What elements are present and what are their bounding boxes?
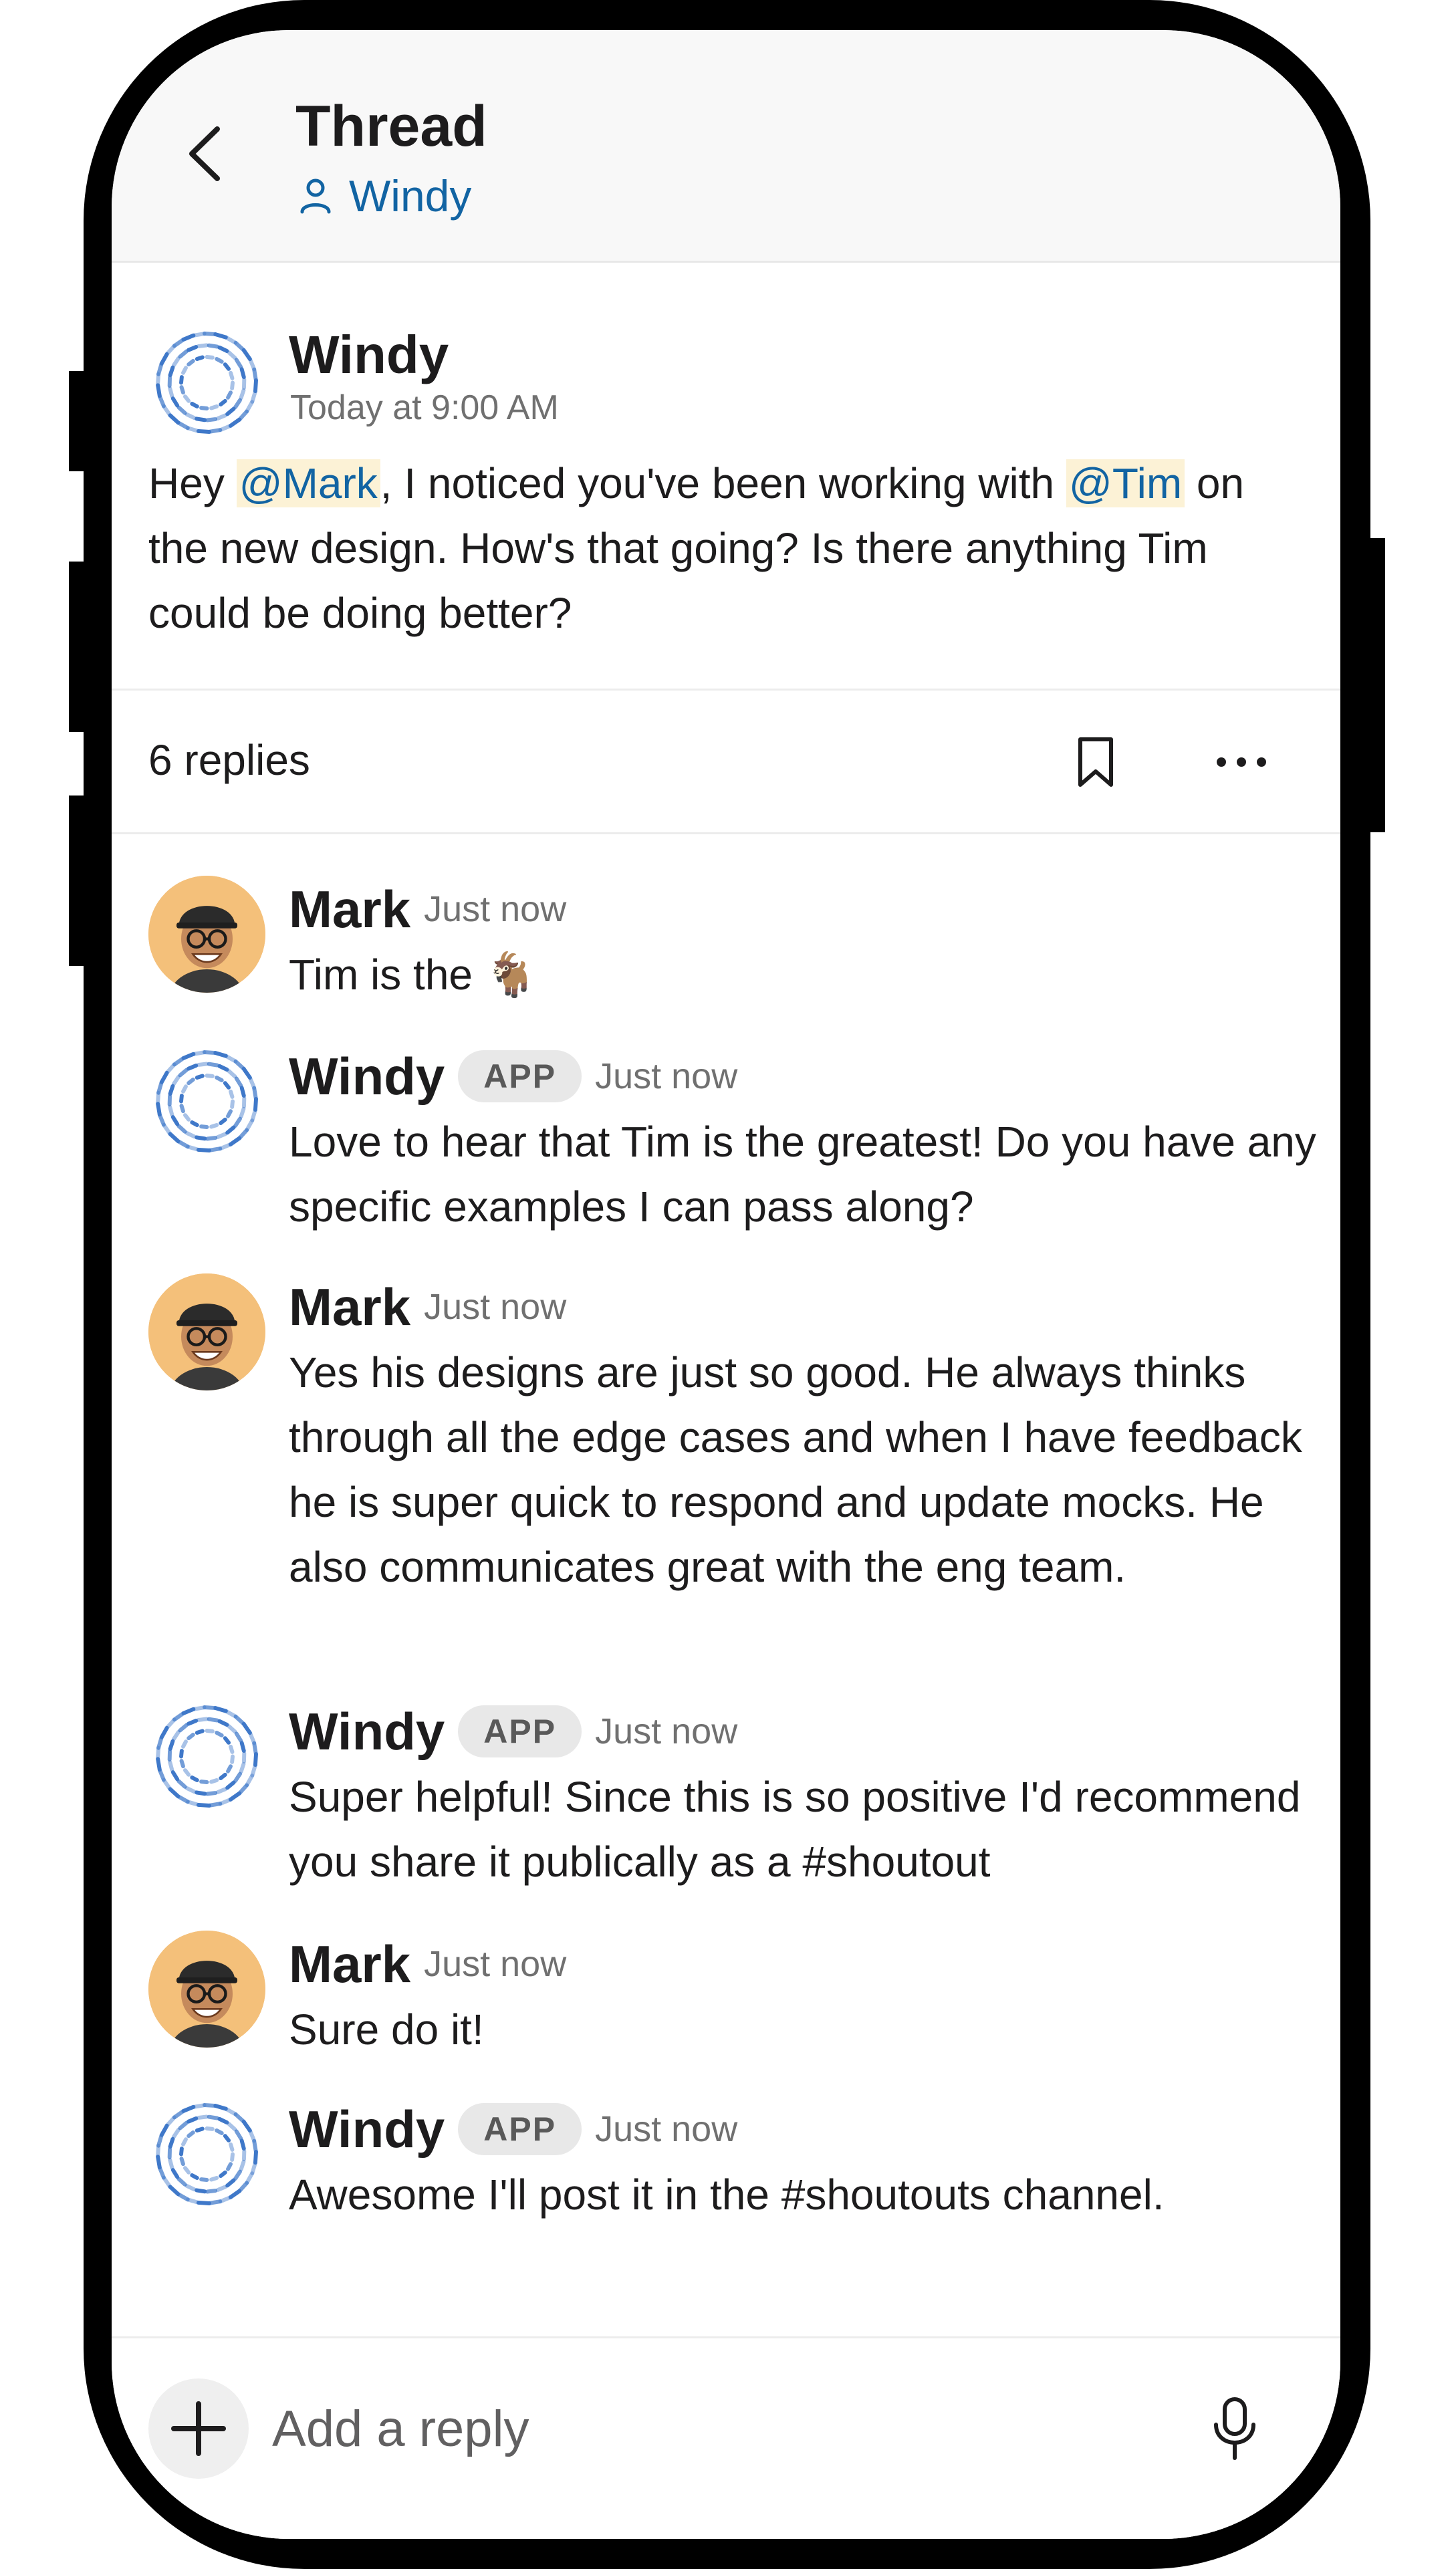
message-author[interactable]: Mark	[289, 1277, 410, 1338]
microphone-icon[interactable]	[1208, 2395, 1261, 2462]
message-meta: Windy APP Just now	[289, 1043, 737, 1110]
message-text: Tim is the 🐐	[289, 951, 538, 999]
text-segment: , I noticed you've been working with	[380, 459, 1066, 507]
message-author[interactable]: Windy	[289, 1046, 445, 1107]
reply-composer	[112, 2336, 1340, 2539]
message-timestamp: Today at 9:00 AM	[290, 388, 559, 427]
mention-mark[interactable]: @Mark	[236, 459, 380, 507]
app-badge: APP	[458, 1050, 582, 1102]
message-timestamp: Just now	[424, 1287, 567, 1327]
avatar[interactable]	[148, 1273, 265, 1390]
message-text: Awesome I'll post it in the #shoutouts c…	[289, 2171, 1165, 2219]
memoji-avatar-icon	[148, 1931, 265, 2048]
message-meta: Mark Just now	[289, 1273, 566, 1340]
reply-input[interactable]	[272, 2395, 1074, 2462]
message-text: Yes his designs are just so good. He alw…	[289, 1348, 1302, 1591]
channel-name: Windy	[349, 171, 472, 221]
message-text: Sure do it!	[289, 2005, 484, 2054]
reply-count: 6 replies	[148, 736, 310, 784]
app-badge: APP	[458, 2103, 582, 2155]
phone-volume-down	[69, 796, 92, 966]
message-timestamp: Just now	[595, 1056, 738, 1096]
message-text: Love to hear that Tim is the greatest! D…	[289, 1118, 1316, 1231]
message-author[interactable]: Mark	[289, 1934, 410, 1995]
plus-icon	[171, 2401, 226, 2456]
windy-logo-icon	[156, 1050, 258, 1152]
mention-tim[interactable]: @Tim	[1066, 459, 1185, 507]
parent-message: Windy Today at 9:00 AM Hey @Mark, I noti…	[112, 261, 1340, 691]
message-timestamp: Just now	[424, 1944, 567, 1984]
avatar[interactable]	[148, 324, 265, 441]
more-horizontal-icon[interactable]	[1211, 735, 1271, 789]
phone-power-button	[1362, 538, 1385, 832]
message-meta: Mark Just now	[289, 876, 566, 943]
message-author[interactable]: Windy	[289, 324, 449, 386]
message-timestamp: Just now	[595, 1711, 738, 1751]
message-timestamp: Just now	[595, 2109, 738, 2149]
message-author[interactable]: Mark	[289, 879, 410, 940]
windy-logo-icon	[156, 2103, 258, 2205]
memoji-avatar-icon	[148, 1273, 265, 1390]
windy-logo-icon	[156, 332, 258, 434]
phone-volume-up	[69, 562, 92, 732]
avatar[interactable]	[148, 2096, 265, 2213]
replies-bar: 6 replies	[112, 689, 1340, 834]
app-badge: APP	[458, 1705, 582, 1757]
chevron-left-icon[interactable]	[178, 124, 232, 184]
message-author[interactable]: Windy	[289, 2099, 445, 2160]
message-meta: Windy APP Just now	[289, 1698, 737, 1765]
avatar[interactable]	[148, 1043, 265, 1160]
memoji-avatar-icon	[148, 876, 265, 993]
message-text: Hey @Mark, I noticed you've been working…	[148, 451, 1298, 646]
channel-link[interactable]: Windy	[295, 170, 471, 221]
message-timestamp: Just now	[424, 889, 567, 929]
avatar[interactable]	[148, 1931, 265, 2048]
page-title: Thread	[295, 94, 487, 158]
windy-logo-icon	[156, 1705, 258, 1808]
avatar[interactable]	[148, 1698, 265, 1815]
text-segment: Hey	[148, 459, 237, 507]
message-meta: Windy APP Just now	[289, 2096, 737, 2163]
add-attachment-button[interactable]	[148, 2378, 249, 2479]
bookmark-icon[interactable]	[1072, 735, 1119, 789]
phone-side-button	[69, 371, 92, 471]
message-text: Super helpful! Since this is so positive…	[289, 1773, 1301, 1886]
message-author[interactable]: Windy	[289, 1701, 445, 1762]
avatar[interactable]	[148, 876, 265, 993]
person-icon	[300, 178, 331, 214]
thread-screen: Thread Windy Windy Today at 9:00 AM Hey …	[112, 30, 1340, 2539]
thread-header: Thread Windy	[112, 30, 1340, 263]
message-meta: Mark Just now	[289, 1931, 566, 1997]
